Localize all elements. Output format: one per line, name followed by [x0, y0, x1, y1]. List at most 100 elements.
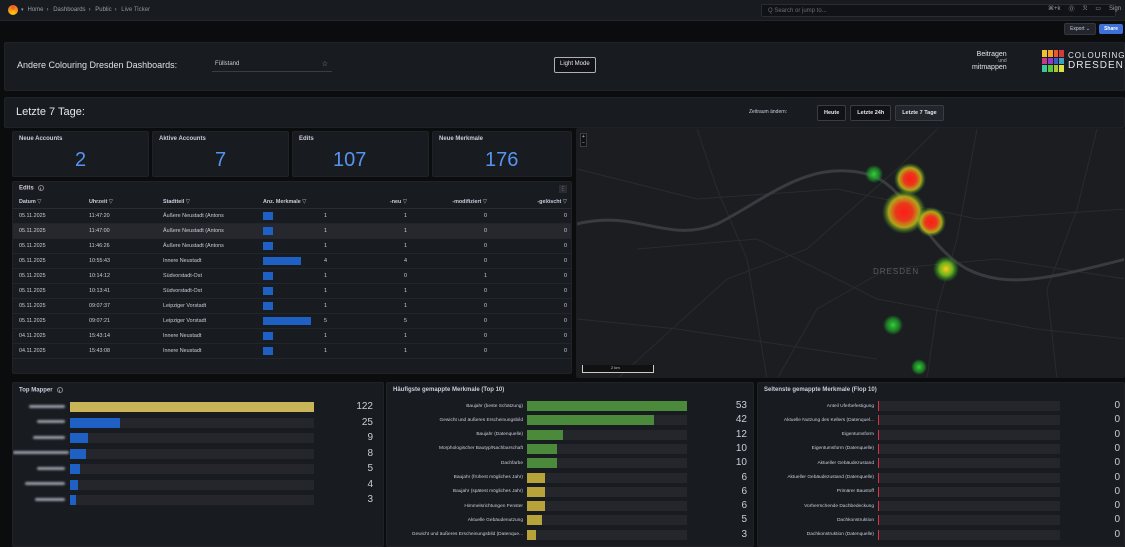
bar-value: 6 — [741, 485, 747, 497]
merkmale-value: 1 — [324, 348, 327, 355]
merkmale-value: 1 — [324, 303, 327, 310]
sign-in-link[interactable]: Sign — [1109, 6, 1121, 12]
table-cell: 10:55:43 — [83, 253, 157, 269]
info-icon[interactable]: i — [37, 185, 44, 191]
light-mode-button[interactable]: Light Mode — [554, 57, 596, 73]
bar-value: 0 — [1114, 442, 1120, 454]
merkmale-bar — [263, 332, 273, 341]
bar-fill — [70, 433, 88, 443]
col-uhrzeit[interactable]: Uhrzeit ▽ — [83, 196, 157, 209]
feature-label: Baujahr (Datenquelle) — [476, 432, 523, 438]
bar-value: 0 — [1114, 514, 1120, 526]
stat-edits: Edits 107 — [292, 131, 429, 177]
breadcrumb-home[interactable]: Home — [28, 7, 44, 13]
bar-value: 10 — [735, 442, 747, 454]
bar-track — [527, 458, 687, 469]
map-zoom-control: + − — [580, 133, 587, 147]
table-cell: 05.11.2025 — [13, 238, 83, 254]
bar-track — [70, 479, 314, 490]
col-neu[interactable]: -neu ▽ — [333, 196, 413, 209]
feature-row: Anteil Uferbefestigung 0 — [758, 400, 1120, 411]
top-mapper-row: 3 — [13, 494, 373, 505]
bar-value: 9 — [367, 432, 373, 443]
feature-label: Primärer Baustoff — [836, 489, 874, 495]
dashboard-link-fuellstand[interactable]: Füllstand ☆ — [212, 58, 332, 72]
feature-label: Gewicht und äußeres Erscheinungsbild (Da… — [411, 532, 523, 538]
help-icon[interactable]: ⓪ — [1069, 4, 1075, 13]
breadcrumb-dashboards[interactable]: Dashboards — [53, 7, 85, 13]
table-row[interactable]: 05.11.2025 11:47:20 Äußere Neustadt (Anton… — [13, 208, 571, 224]
zoom-out-button[interactable]: − — [581, 140, 586, 146]
monitor-icon[interactable]: ▭ — [1095, 5, 1101, 12]
col-datum[interactable]: Datum ▽ — [13, 196, 83, 209]
table-cell: 0 — [493, 328, 571, 345]
col-merkmale[interactable]: Anz. Merkmale ▽ — [257, 196, 333, 209]
bar-fill — [70, 448, 86, 459]
feature-row: Baujahr (frühest mögliches Jahr) 6 — [387, 472, 747, 483]
bar-track — [878, 443, 1060, 454]
table-row[interactable]: 05.11.2025 09:07:37 Leipziger Vorstadt 1 1 0 0 — [13, 298, 571, 315]
bar-track — [527, 486, 687, 497]
share-button[interactable]: Share — [1099, 24, 1123, 34]
table-cell: Leipziger Vorstadt — [157, 313, 257, 330]
table-cell: 0 — [493, 238, 571, 254]
range-button-24h[interactable]: Letzte 24h — [850, 105, 892, 121]
bar-track — [527, 515, 687, 526]
top10-title: Häufigste gemappte Merkmale (Top 10) — [393, 387, 505, 393]
table-row[interactable]: 05.11.2025 11:47:00 Äußere Neustadt (Anton… — [13, 223, 571, 239]
table-row[interactable]: 04.11.2025 15:43:14 Innere Neustadt 1 1 0 0 — [13, 328, 571, 345]
bar-value: 6 — [741, 471, 747, 483]
hidden-username — [33, 435, 65, 439]
contribute-text-1: Beitragen — [976, 51, 1007, 58]
table-cell: 09:07:21 — [83, 313, 157, 330]
bar-track — [878, 458, 1060, 469]
table-row[interactable]: 05.11.2025 10:14:12 Südvorstadt-Ost 1 0 1 0 — [13, 268, 571, 284]
cell-merkmale: 1 — [257, 208, 333, 224]
range-button-7-tage[interactable]: Letzte 7 Tage — [895, 105, 944, 121]
bar-value: 0 — [1114, 457, 1120, 469]
hidden-username — [13, 451, 69, 454]
col-stadtteil[interactable]: Stadtteil ▽ — [157, 196, 257, 209]
feature-label: Morphologischer Bautyp/Nachbarschaft — [439, 446, 523, 452]
info-icon[interactable]: i — [56, 387, 63, 393]
table-cell: Innere Neustadt — [157, 253, 257, 269]
table-cell: 0 — [413, 313, 493, 330]
rss-icon[interactable]: ℛ — [1083, 5, 1088, 12]
dashboard-toolbar: Export ⌄ Share — [0, 22, 1125, 36]
table-row[interactable]: 05.11.2025 11:46:26 Äußere Neustadt (Anton… — [13, 238, 571, 254]
bar-value: 53 — [735, 400, 747, 411]
grafana-logo-icon[interactable] — [8, 5, 18, 15]
col-modifiziert[interactable]: -modifiziert ▽ — [413, 196, 493, 209]
breadcrumb-public[interactable]: Public — [95, 7, 111, 13]
table-row[interactable]: 04.11.2025 15:43:08 Innere Neustadt 1 1 0 0 — [13, 343, 571, 360]
table-cell: 0 — [413, 283, 493, 300]
feature-label: Baujahr (beste Schätzung) — [466, 403, 523, 409]
hidden-username — [37, 466, 65, 470]
table-row[interactable]: 05.11.2025 10:55:43 Innere Neustadt 4 4 0 0 — [13, 253, 571, 269]
export-button[interactable]: Export ⌄ — [1064, 23, 1097, 35]
map-canvas[interactable]: DRESDEN — [577, 129, 1125, 378]
stat-aktive-accounts: Aktive Accounts 7 — [152, 131, 289, 177]
heatmap-panel[interactable]: DRESDEN + − 2 km — [576, 128, 1125, 378]
table-cell: 05.11.2025 — [13, 208, 83, 224]
table-row[interactable]: 05.11.2025 10:13:41 Südvorstadt-Ost 1 1 0 0 — [13, 283, 571, 300]
panel-menu-icon[interactable]: ⋮ — [559, 185, 567, 193]
chevron-down-icon[interactable]: ▾ — [21, 7, 24, 13]
feature-label: Vorherrschende Dachbedeckung — [804, 503, 874, 509]
bar-track — [527, 501, 687, 512]
table-row[interactable]: 05.11.2025 09:07:21 Leipziger Vorstadt 5 5 0 0 — [13, 313, 571, 330]
cell-merkmale: 1 — [257, 223, 333, 239]
table-cell: Südvorstadt-Ost — [157, 283, 257, 300]
other-dashboards-label: Andere Colouring Dresden Dashboards: — [17, 60, 178, 70]
map-streets — [577, 129, 1124, 377]
star-icon[interactable]: ☆ — [322, 60, 328, 68]
table-cell: Äußere Neustadt (Antons — [157, 238, 257, 254]
col-geloescht[interactable]: -gelöscht ▽ — [493, 196, 571, 209]
cell-merkmale: 1 — [257, 298, 333, 315]
contribute-link[interactable]: Beitragen und mitmappen — [972, 51, 1007, 72]
table-cell: 15:43:14 — [83, 328, 157, 345]
bar-track — [70, 464, 314, 474]
range-panel: Letzte 7 Tage: Zeitraum ändern: Heute Le… — [4, 97, 1125, 128]
range-button-heute[interactable]: Heute — [817, 105, 847, 121]
table-cell: 1 — [333, 328, 413, 345]
